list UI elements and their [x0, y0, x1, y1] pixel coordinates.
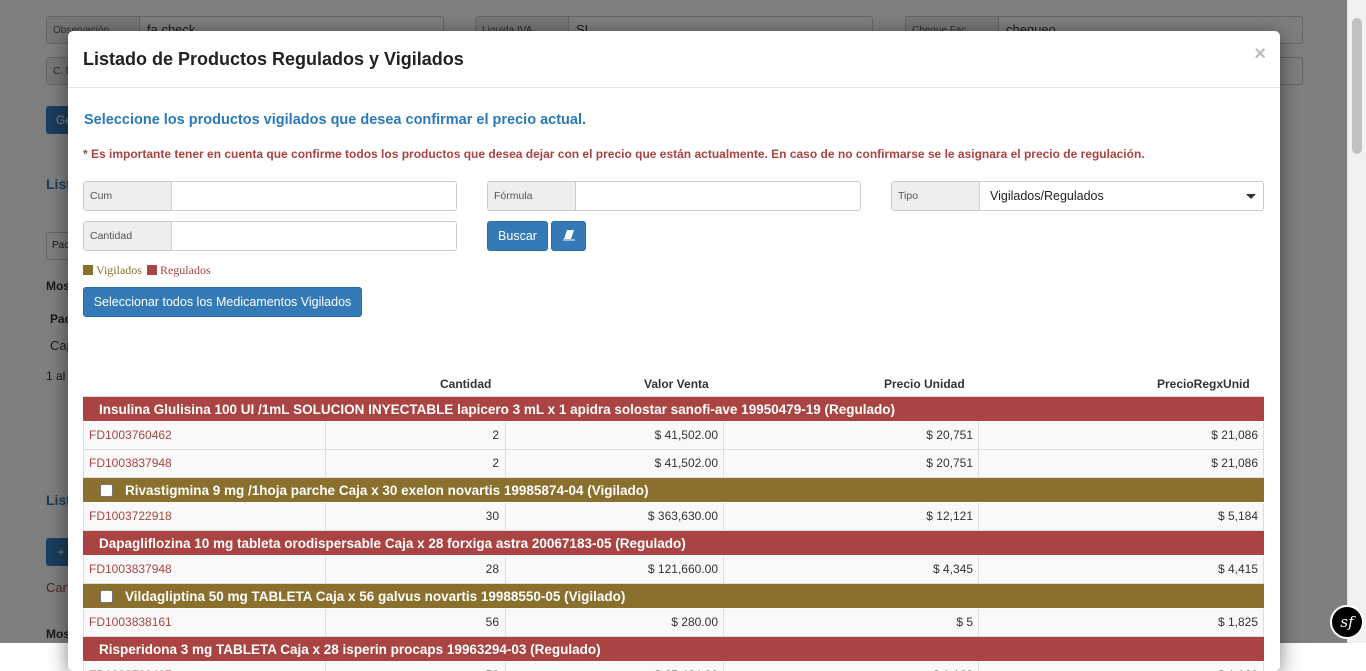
precio-unidad-cell: $ 4,345: [724, 556, 979, 583]
group-row-vigilado: Rivastigmina 9 mg /1hoja parche Caja x 3…: [83, 478, 1264, 503]
precio-reg-cell: $ 1,825: [979, 609, 1264, 636]
clear-button[interactable]: [551, 221, 586, 251]
group-title: Insulina Glulisina 100 UI /1mL SOLUCION …: [99, 402, 895, 417]
formula-input-group: Fórmula: [487, 181, 861, 211]
table-row: FD1003837948 28 $ 121,660.00 $ 4,345 $ 4,415: [83, 556, 1264, 584]
precio-reg-cell: $ 21,086: [979, 450, 1264, 477]
legend-regulados: Regulados: [159, 263, 211, 277]
page-scrollbar[interactable]: [1347, 0, 1366, 643]
precio-unidad-cell: $ 1,169: [724, 662, 979, 671]
tipo-select-group: Tipo Vigilados/Regulados: [891, 181, 1264, 211]
legend-vigilados: Vigilados: [96, 263, 142, 277]
products-table-body: Insulina Glulisina 100 UI /1mL SOLUCION …: [83, 397, 1264, 671]
group-row-regulado: Risperidona 3 mg TABLETA Caja x 28 isper…: [83, 637, 1264, 662]
precio-reg-cell: $ 4,415: [979, 556, 1264, 583]
valor-venta-cell: $ 65,464.00: [506, 662, 724, 671]
tipo-select[interactable]: Vigilados/Regulados: [980, 182, 1239, 210]
group-title: Risperidona 3 mg TABLETA Caja x 28 isper…: [99, 642, 601, 657]
valor-venta-cell: $ 280.00: [506, 609, 724, 636]
header-precio-unidad: Precio Unidad: [884, 377, 965, 391]
search-button[interactable]: Buscar: [487, 221, 548, 251]
precio-unidad-cell: $ 5: [724, 609, 979, 636]
chevron-down-icon[interactable]: [1239, 182, 1263, 210]
valor-venta-cell: $ 41,502.00: [506, 450, 724, 477]
cantidad-input-group: Cantidad: [83, 221, 457, 251]
cantidad-input[interactable]: [172, 222, 456, 250]
group-row-vigilado: Vildagliptina 50 mg TABLETA Caja x 56 ga…: [83, 584, 1264, 609]
formula-label: Fórmula: [488, 182, 576, 210]
header-cantidad: Cantidad: [440, 377, 492, 391]
cum-input[interactable]: [172, 182, 456, 210]
group-title: Dapagliflozina 10 mg tableta orodispersa…: [99, 536, 686, 551]
table-row: FD1003722918 30 $ 363,630.00 $ 12,121 $ 5,18…: [83, 503, 1264, 531]
select-all-vigilados-button[interactable]: Seleccionar todos los Medicamentos Vigil…: [83, 287, 362, 317]
cantidad-cell: 30: [326, 503, 506, 530]
modal-title: Listado de Productos Regulados y Vigilad…: [83, 49, 464, 69]
header-precio-reg: PrecioRegxUnid: [1157, 377, 1250, 391]
cantidad-cell: 56: [326, 662, 506, 671]
group-row-regulado: Insulina Glulisina 100 UI /1mL SOLUCION …: [83, 397, 1264, 422]
cantidad-cell: 2: [326, 422, 506, 449]
invoice-id-cell: FD1003837948: [83, 556, 326, 583]
table-row: FD100376048756$ 65,464.00$ 1,169$ 1,169: [83, 662, 1264, 671]
group-title: Vildagliptina 50 mg TABLETA Caja x 56 ga…: [125, 589, 626, 604]
valor-venta-cell: $ 363,630.00: [506, 503, 724, 530]
modal-subtitle: Seleccione los productos vigilados que d…: [84, 112, 587, 128]
group-title: Rivastigmina 9 mg /1hoja parche Caja x 3…: [125, 483, 649, 498]
table-row: FD1003837948 2 $ 41,502.00 $ 20,751 $ 21,086: [83, 450, 1264, 478]
regulados-swatch: [146, 265, 157, 275]
table-row: FD1003838161 56 $ 280.00 $ 5 $ 1,825: [83, 609, 1264, 637]
cantidad-cell: 28: [326, 556, 506, 583]
invoice-id-cell: FD1003837948: [83, 450, 326, 477]
eraser-icon: [562, 230, 575, 241]
legend: Vigilados Regulados: [83, 263, 211, 278]
table-header: Cantidad Valor Venta Precio Unidad Preci…: [83, 371, 1264, 398]
precio-reg-cell: $ 21,086: [979, 422, 1264, 449]
cum-label: Cum: [84, 182, 172, 210]
scrollbar-thumb[interactable]: [1352, 18, 1362, 154]
precio-reg-cell: $ 5,184: [979, 503, 1264, 530]
precio-reg-cell: $ 1,169: [979, 662, 1264, 671]
cantidad-label: Cantidad: [84, 222, 172, 250]
tipo-label: Tipo: [892, 182, 980, 210]
modal-header: Listado de Productos Regulados y Vigilad…: [68, 31, 1280, 88]
symfony-toolbar-icon[interactable]: sf: [1330, 605, 1364, 639]
cantidad-cell: 2: [326, 450, 506, 477]
valor-venta-cell: $ 41,502.00: [506, 422, 724, 449]
precio-unidad-cell: $ 12,121: [724, 503, 979, 530]
valor-venta-cell: $ 121,660.00: [506, 556, 724, 583]
invoice-id-cell: FD1003760462: [83, 422, 326, 449]
confirm-checkbox[interactable]: [100, 590, 113, 603]
confirm-checkbox[interactable]: [100, 484, 113, 497]
cum-input-group: Cum: [83, 181, 457, 211]
formula-input[interactable]: [576, 182, 860, 210]
close-icon[interactable]: ×: [1254, 43, 1266, 66]
table-row: FD1003760462 2 $ 41,502.00 $ 20,751 $ 21,086: [83, 422, 1264, 450]
invoice-id-cell: FD1003722918: [83, 503, 326, 530]
invoice-id-cell: FD1003760487: [83, 662, 326, 671]
precio-unidad-cell: $ 20,751: [724, 422, 979, 449]
products-modal: Listado de Productos Regulados y Vigilad…: [68, 31, 1280, 671]
header-valor-venta: Valor Venta: [644, 377, 709, 391]
vigilados-swatch: [83, 265, 93, 275]
invoice-id-cell: FD1003838161: [83, 609, 326, 636]
group-row-regulado: Dapagliflozina 10 mg tableta orodispersa…: [83, 531, 1264, 556]
regulation-warning: * Es importante tener en cuenta que conf…: [83, 147, 1145, 161]
precio-unidad-cell: $ 20,751: [724, 450, 979, 477]
cantidad-cell: 56: [326, 609, 506, 636]
